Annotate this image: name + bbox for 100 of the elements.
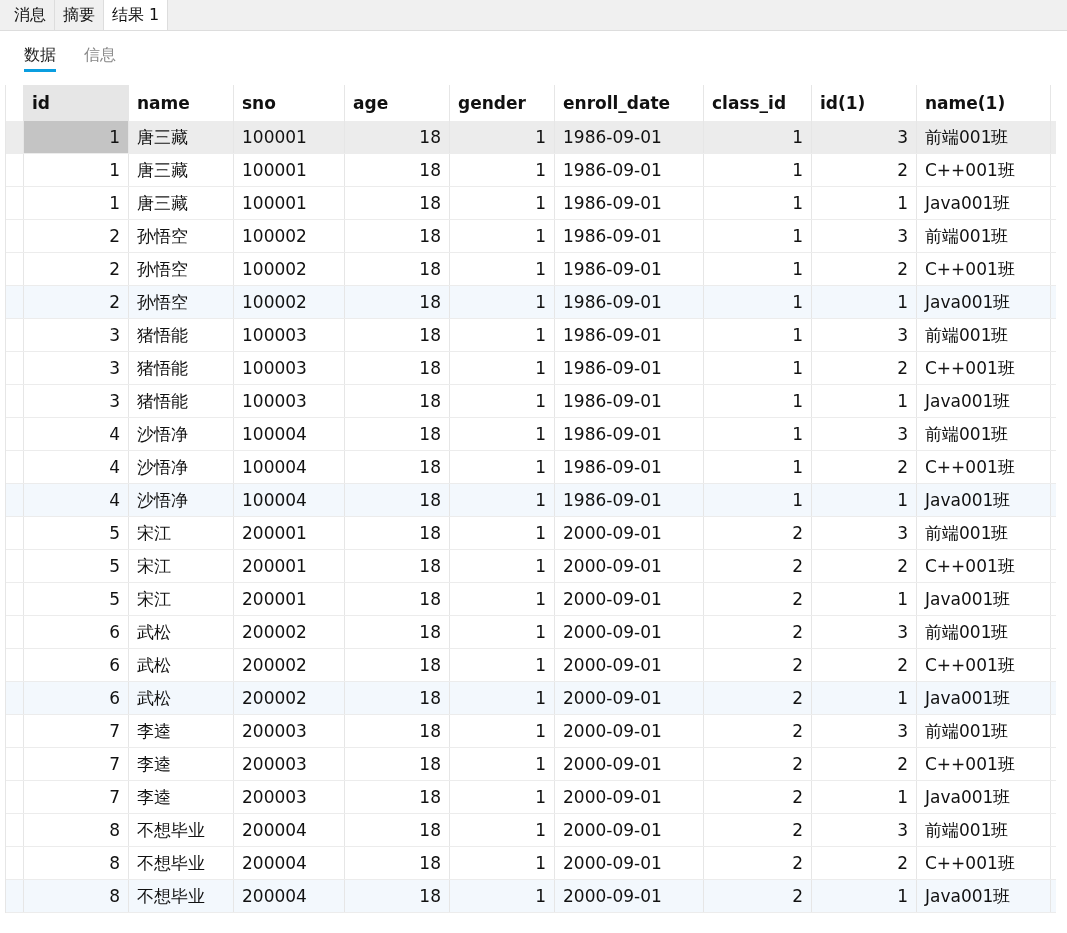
table-cell: 2000-09-01 (555, 517, 704, 549)
table-row[interactable]: 3 猪悟能 100003 18 1 1986-09-01 1 3 前端001班 (6, 319, 1056, 352)
table-cell: 武松 (129, 682, 234, 714)
table-row[interactable]: 8 不想毕业 200004 18 1 2000-09-01 2 3 前端001班 (6, 814, 1056, 847)
table-row[interactable]: 2 孙悟空 100002 18 1 1986-09-01 1 3 前端001班 (6, 220, 1056, 253)
table-cell: 1 (24, 154, 129, 186)
table-cell: 1 (812, 583, 917, 615)
table-cell: 1 (450, 517, 555, 549)
table-cell: C++001班 (917, 847, 1051, 879)
table-cell: 孙悟空 (129, 286, 234, 318)
table-cell: 4 (24, 418, 129, 450)
table-row[interactable]: 4 沙悟净 100004 18 1 1986-09-01 1 2 C++001班 (6, 451, 1056, 484)
table-cell: 18 (345, 847, 450, 879)
table-row[interactable]: 6 武松 200002 18 1 2000-09-01 2 1 Java001班 (6, 682, 1056, 715)
table-cell: 孙悟空 (129, 220, 234, 252)
table-cell: 200004 (234, 847, 345, 879)
table-cell: 18 (345, 814, 450, 846)
table-cell: 1 (704, 154, 812, 186)
table-cell: 孙悟空 (129, 253, 234, 285)
table-row[interactable]: 8 不想毕业 200004 18 1 2000-09-01 2 2 C++001班 (6, 847, 1056, 880)
table-cell: 6 (24, 682, 129, 714)
table-cell: 2 (704, 715, 812, 747)
table-cell: 1986-09-01 (555, 451, 704, 483)
table-cell: 前端001班 (917, 616, 1051, 648)
table-cell: 前端001班 (917, 319, 1051, 351)
table-row[interactable]: 4 沙悟净 100004 18 1 1986-09-01 1 3 前端001班 (6, 418, 1056, 451)
table-row[interactable]: 1 唐三藏 100001 18 1 1986-09-01 1 3 前端001班 (6, 121, 1056, 154)
table-cell: 1 (450, 187, 555, 219)
table-cell: 7 (24, 715, 129, 747)
table-row[interactable]: 5 宋江 200001 18 1 2000-09-01 2 3 前端001班 (6, 517, 1056, 550)
table-cell: Java001班 (917, 187, 1051, 219)
table-cell: 2 (24, 253, 129, 285)
table-cell: 1 (450, 220, 555, 252)
table-cell: 200004 (234, 814, 345, 846)
table-cell: 1986-09-01 (555, 484, 704, 516)
table-cell: 200002 (234, 616, 345, 648)
view-tab[interactable]: 数据 (24, 45, 56, 72)
table-cell: 3 (812, 814, 917, 846)
table-cell: 李逵 (129, 715, 234, 747)
table-row[interactable]: 8 不想毕业 200004 18 1 2000-09-01 2 1 Java001班 (6, 880, 1056, 913)
table-cell: 5 (24, 550, 129, 582)
table-row[interactable]: 7 李逵 200003 18 1 2000-09-01 2 2 C++001班 (6, 748, 1056, 781)
table-cell: 1 (450, 286, 555, 318)
table-row[interactable]: 4 沙悟净 100004 18 1 1986-09-01 1 1 Java001班 (6, 484, 1056, 517)
table-cell: 200003 (234, 715, 345, 747)
column-header[interactable]: id (24, 85, 129, 121)
table-cell: 前端001班 (917, 220, 1051, 252)
table-row[interactable]: 5 宋江 200001 18 1 2000-09-01 2 2 C++001班 (6, 550, 1056, 583)
table-row[interactable]: 1 唐三藏 100001 18 1 1986-09-01 1 1 Java001班 (6, 187, 1056, 220)
table-cell: 2000-09-01 (555, 715, 704, 747)
table-cell: 7 (24, 748, 129, 780)
table-cell: 2 (812, 550, 917, 582)
table-cell: 2 (812, 649, 917, 681)
table-cell: 3 (812, 418, 917, 450)
table-cell: 3 (812, 319, 917, 351)
table-cell: 1 (450, 451, 555, 483)
table-cell: 3 (812, 220, 917, 252)
table-cell: 1 (450, 418, 555, 450)
table-row[interactable]: 7 李逵 200003 18 1 2000-09-01 2 3 前端001班 (6, 715, 1056, 748)
table-cell: 100003 (234, 352, 345, 384)
table-row[interactable]: 7 李逵 200003 18 1 2000-09-01 2 1 Java001班 (6, 781, 1056, 814)
table-cell: 1986-09-01 (555, 253, 704, 285)
table-row[interactable]: 6 武松 200002 18 1 2000-09-01 2 2 C++001班 (6, 649, 1056, 682)
table-cell: 1 (812, 286, 917, 318)
table-row[interactable]: 3 猪悟能 100003 18 1 1986-09-01 1 1 Java001班 (6, 385, 1056, 418)
table-cell: 沙悟净 (129, 418, 234, 450)
table-row[interactable]: 2 孙悟空 100002 18 1 1986-09-01 1 1 Java001班 (6, 286, 1056, 319)
table-cell: 2000-09-01 (555, 682, 704, 714)
table-cell: 1 (450, 484, 555, 516)
table-row[interactable]: 6 武松 200002 18 1 2000-09-01 2 3 前端001班 (6, 616, 1056, 649)
table-cell: 18 (345, 550, 450, 582)
table-row[interactable]: 2 孙悟空 100002 18 1 1986-09-01 1 2 C++001班 (6, 253, 1056, 286)
result-tab[interactable]: 结果 1 (104, 0, 169, 30)
table-cell: 宋江 (129, 517, 234, 549)
table-cell: 100004 (234, 451, 345, 483)
table-cell: 4 (24, 484, 129, 516)
table-cell: 1 (450, 385, 555, 417)
table-cell: 18 (345, 484, 450, 516)
table-cell: 3 (812, 616, 917, 648)
table-cell: 18 (345, 319, 450, 351)
table-cell: Java001班 (917, 286, 1051, 318)
table-row[interactable]: 3 猪悟能 100003 18 1 1986-09-01 1 2 C++001班 (6, 352, 1056, 385)
table-cell: 100001 (234, 121, 345, 153)
table-cell: C++001班 (917, 352, 1051, 384)
table-cell: 2000-09-01 (555, 649, 704, 681)
table-cell: 1 (704, 385, 812, 417)
table-cell: 1 (450, 748, 555, 780)
table-cell: 唐三藏 (129, 121, 234, 153)
table-cell: 18 (345, 682, 450, 714)
table-cell: 8 (24, 847, 129, 879)
view-tab[interactable]: 信息 (84, 45, 116, 72)
table-cell: 不想毕业 (129, 847, 234, 879)
table-cell: 18 (345, 583, 450, 615)
table-row[interactable]: 5 宋江 200001 18 1 2000-09-01 2 1 Java001班 (6, 583, 1056, 616)
table-cell: 宋江 (129, 583, 234, 615)
table-cell: 2 (704, 814, 812, 846)
table-cell: 100001 (234, 187, 345, 219)
table-cell: 李逵 (129, 781, 234, 813)
table-row[interactable]: 1 唐三藏 100001 18 1 1986-09-01 1 2 C++001班 (6, 154, 1056, 187)
table-cell: 1 (450, 649, 555, 681)
